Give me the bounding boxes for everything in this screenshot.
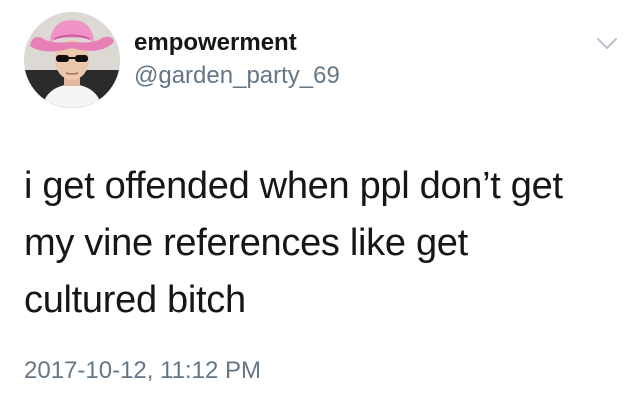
tweet-text-line: cultured bitch	[24, 279, 246, 321]
tweet-text-line: my vine references like get	[24, 222, 468, 264]
avatar[interactable]	[24, 12, 120, 108]
author-handle[interactable]: @garden_party_69	[134, 61, 340, 91]
tweet-text: i get offended when ppl don’t get my vin…	[24, 158, 624, 329]
chevron-down-icon	[597, 38, 617, 49]
tweet-timestamp[interactable]: 2017-10-12, 11:12 PM	[24, 356, 261, 386]
author-display-name[interactable]: empowerment	[134, 28, 297, 58]
tweet-card: empowerment @garden_party_69 i get offen…	[0, 0, 640, 402]
tweet-menu-button[interactable]	[596, 36, 618, 52]
avatar-photo	[24, 12, 120, 108]
tweet-text-line: i get offended when ppl don’t get	[24, 165, 563, 207]
